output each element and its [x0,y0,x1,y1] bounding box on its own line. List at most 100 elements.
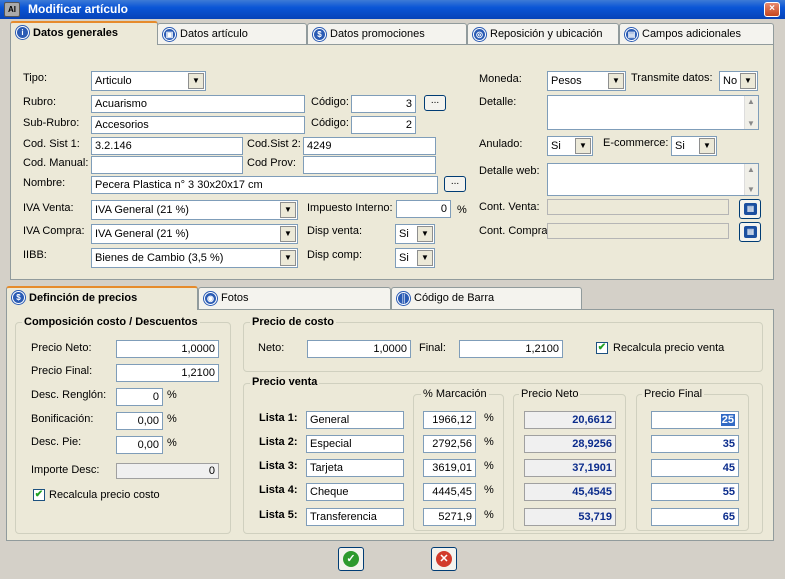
marcacion-input[interactable]: 1966,12 [423,411,476,429]
tab-campos-adicionales[interactable]: ▤ Campos adicionales [619,23,774,45]
ok-button[interactable]: ✓ [338,547,364,571]
lista-name-input[interactable]: Transferencia [306,508,404,526]
costo-neto-input[interactable]: 1,0000 [307,340,411,358]
scroll-up-icon[interactable]: ▲ [747,97,755,106]
bonificacion-input[interactable]: 0,00 [116,412,163,430]
window-title: Modificar artículo [28,2,129,16]
precio-final-input[interactable]: 35 [651,435,739,453]
detalleweb-textarea[interactable]: ▲ ▼ [547,163,759,196]
tab-datos-generales[interactable]: i Datos generales [10,21,158,45]
ecommerce-select[interactable]: Si ▼ [671,136,717,156]
dispventa-select[interactable]: Si ▼ [395,224,435,244]
precio-final-header: Precio Final [642,388,705,400]
contventa-label: Cont. Venta: [479,201,540,213]
nombre-input[interactable]: Pecera Plastica n° 3 30x20x17 cm [91,176,438,194]
codprov-label: Cod Prov: [247,157,296,169]
scroll-down-icon[interactable]: ▼ [747,185,755,194]
recalcula-venta-checkbox[interactable]: ✔ [596,342,608,354]
dropdown-arrow-icon[interactable]: ▼ [280,226,296,242]
costo-neto-label: Neto: [258,342,285,354]
codsist1-input[interactable]: 3.2.146 [91,137,243,155]
tipo-select[interactable]: Articulo ▼ [91,71,206,91]
scrollbar[interactable]: ▲ ▼ [744,96,758,129]
subrubro-codigo-input[interactable]: 2 [351,116,416,134]
codsist2-input[interactable]: 4249 [303,137,436,155]
scroll-up-icon[interactable]: ▲ [747,165,755,174]
nombre-detail-button[interactable]: ... [444,176,466,192]
lista-name-input[interactable]: Especial [306,435,404,453]
codprov-input[interactable] [303,156,436,174]
scrollbar[interactable]: ▲ ▼ [744,164,758,195]
close-button[interactable]: × [764,2,780,17]
precio-final-input[interactable]: 55 [651,483,739,501]
money-icon: $ [313,28,326,41]
contcompra-label: Cont. Compra: [479,225,551,237]
desc-renglon-input[interactable]: 0 [116,388,163,406]
contventa-lookup-button[interactable]: ▦ [739,199,761,219]
contcompra-lookup-button[interactable]: ▦ [739,222,761,242]
tab-datos-promociones[interactable]: $ Datos promociones [307,23,467,45]
transmite-select[interactable]: No ▼ [719,71,758,91]
rubro-input[interactable]: Acuarismo [91,95,305,113]
anulado-select[interactable]: Si ▼ [547,136,593,156]
dropdown-arrow-icon[interactable]: ▼ [417,226,433,242]
codmanual-input[interactable] [91,156,243,174]
contventa-input [547,199,729,215]
costo-final-input[interactable]: 1,2100 [459,340,563,358]
lista-name-input[interactable]: Tarjeta [306,459,404,477]
tab-reposicion-ubicacion[interactable]: ◎ Reposición y ubicación [467,23,619,45]
dropdown-arrow-icon[interactable]: ▼ [188,73,204,89]
cancel-button[interactable]: ✕ [431,547,457,571]
precio-neto-value: 53,719 [524,508,616,526]
rubro-codigo-input[interactable]: 3 [351,95,416,113]
title-bar[interactable]: AI Modificar artículo × [0,0,785,19]
dropdown-arrow-icon[interactable]: ▼ [280,202,296,218]
lista-label: Lista 3: [259,460,298,472]
scroll-down-icon[interactable]: ▼ [747,119,755,128]
nombre-label: Nombre: [23,177,66,189]
ivaventa-select[interactable]: IVA General (21 %) ▼ [91,200,298,220]
desc-pie-input[interactable]: 0,00 [116,436,163,454]
marcacion-header: % Marcación [421,388,489,400]
codmanual-label: Cod. Manual: [23,157,89,169]
dropdown-arrow-icon[interactable]: ▼ [575,138,591,154]
dropdown-arrow-icon[interactable]: ▼ [417,250,433,266]
tab-fotos[interactable]: ◉ Fotos [198,287,391,309]
precio-final-input[interactable]: 25 [651,411,739,429]
ecommerce-label: E-commerce: [603,137,669,149]
precio-neto-value: 20,6612 [524,411,616,429]
recalcula-costo-checkbox[interactable]: ✔ [33,489,45,501]
ivacompra-select[interactable]: IVA General (21 %) ▼ [91,224,298,244]
dropdown-arrow-icon[interactable]: ▼ [699,138,715,154]
costo-final-label: Final: [419,342,446,354]
lista-label: Lista 4: [259,484,298,496]
cancel-icon: ✕ [436,551,452,567]
precio-final-input[interactable]: 1,2100 [116,364,219,382]
tab-definicion-precios[interactable]: $ Definción de precios [6,286,198,310]
tab-codigo-barra[interactable]: ║ Código de Barra [391,287,582,309]
moneda-select[interactable]: Pesos ▼ [547,71,626,91]
dropdown-arrow-icon[interactable]: ▼ [608,73,624,89]
rubro-search-button[interactable]: ... [424,95,446,111]
marcacion-input[interactable]: 3619,01 [423,459,476,477]
desc-pie-label: Desc. Pie: [31,436,82,448]
precio-neto-input[interactable]: 1,0000 [116,340,219,358]
transmite-label: Transmite datos: [631,72,713,84]
marcacion-input[interactable]: 5271,9 [423,508,476,526]
dispcomp-select[interactable]: Si ▼ [395,248,435,268]
impuesto-input[interactable]: 0 [396,200,451,218]
detalle-textarea[interactable]: ▲ ▼ [547,95,759,130]
dropdown-arrow-icon[interactable]: ▼ [740,73,756,89]
precio-final-input[interactable]: 65 [651,508,739,526]
dropdown-arrow-icon[interactable]: ▼ [280,250,296,266]
precio-final-input[interactable]: 45 [651,459,739,477]
tab-datos-articulo[interactable]: ▣ Datos artículo [157,23,307,45]
precio-neto-header: Precio Neto [519,388,581,400]
marcacion-input[interactable]: 4445,45 [423,483,476,501]
rubro-label: Rubro: [23,96,57,108]
subrubro-input[interactable]: Accesorios [91,116,305,134]
lista-name-input[interactable]: General [306,411,404,429]
lista-name-input[interactable]: Cheque [306,483,404,501]
marcacion-input[interactable]: 2792,56 [423,435,476,453]
iibb-select[interactable]: Bienes de Cambio (3,5 %) ▼ [91,248,298,268]
